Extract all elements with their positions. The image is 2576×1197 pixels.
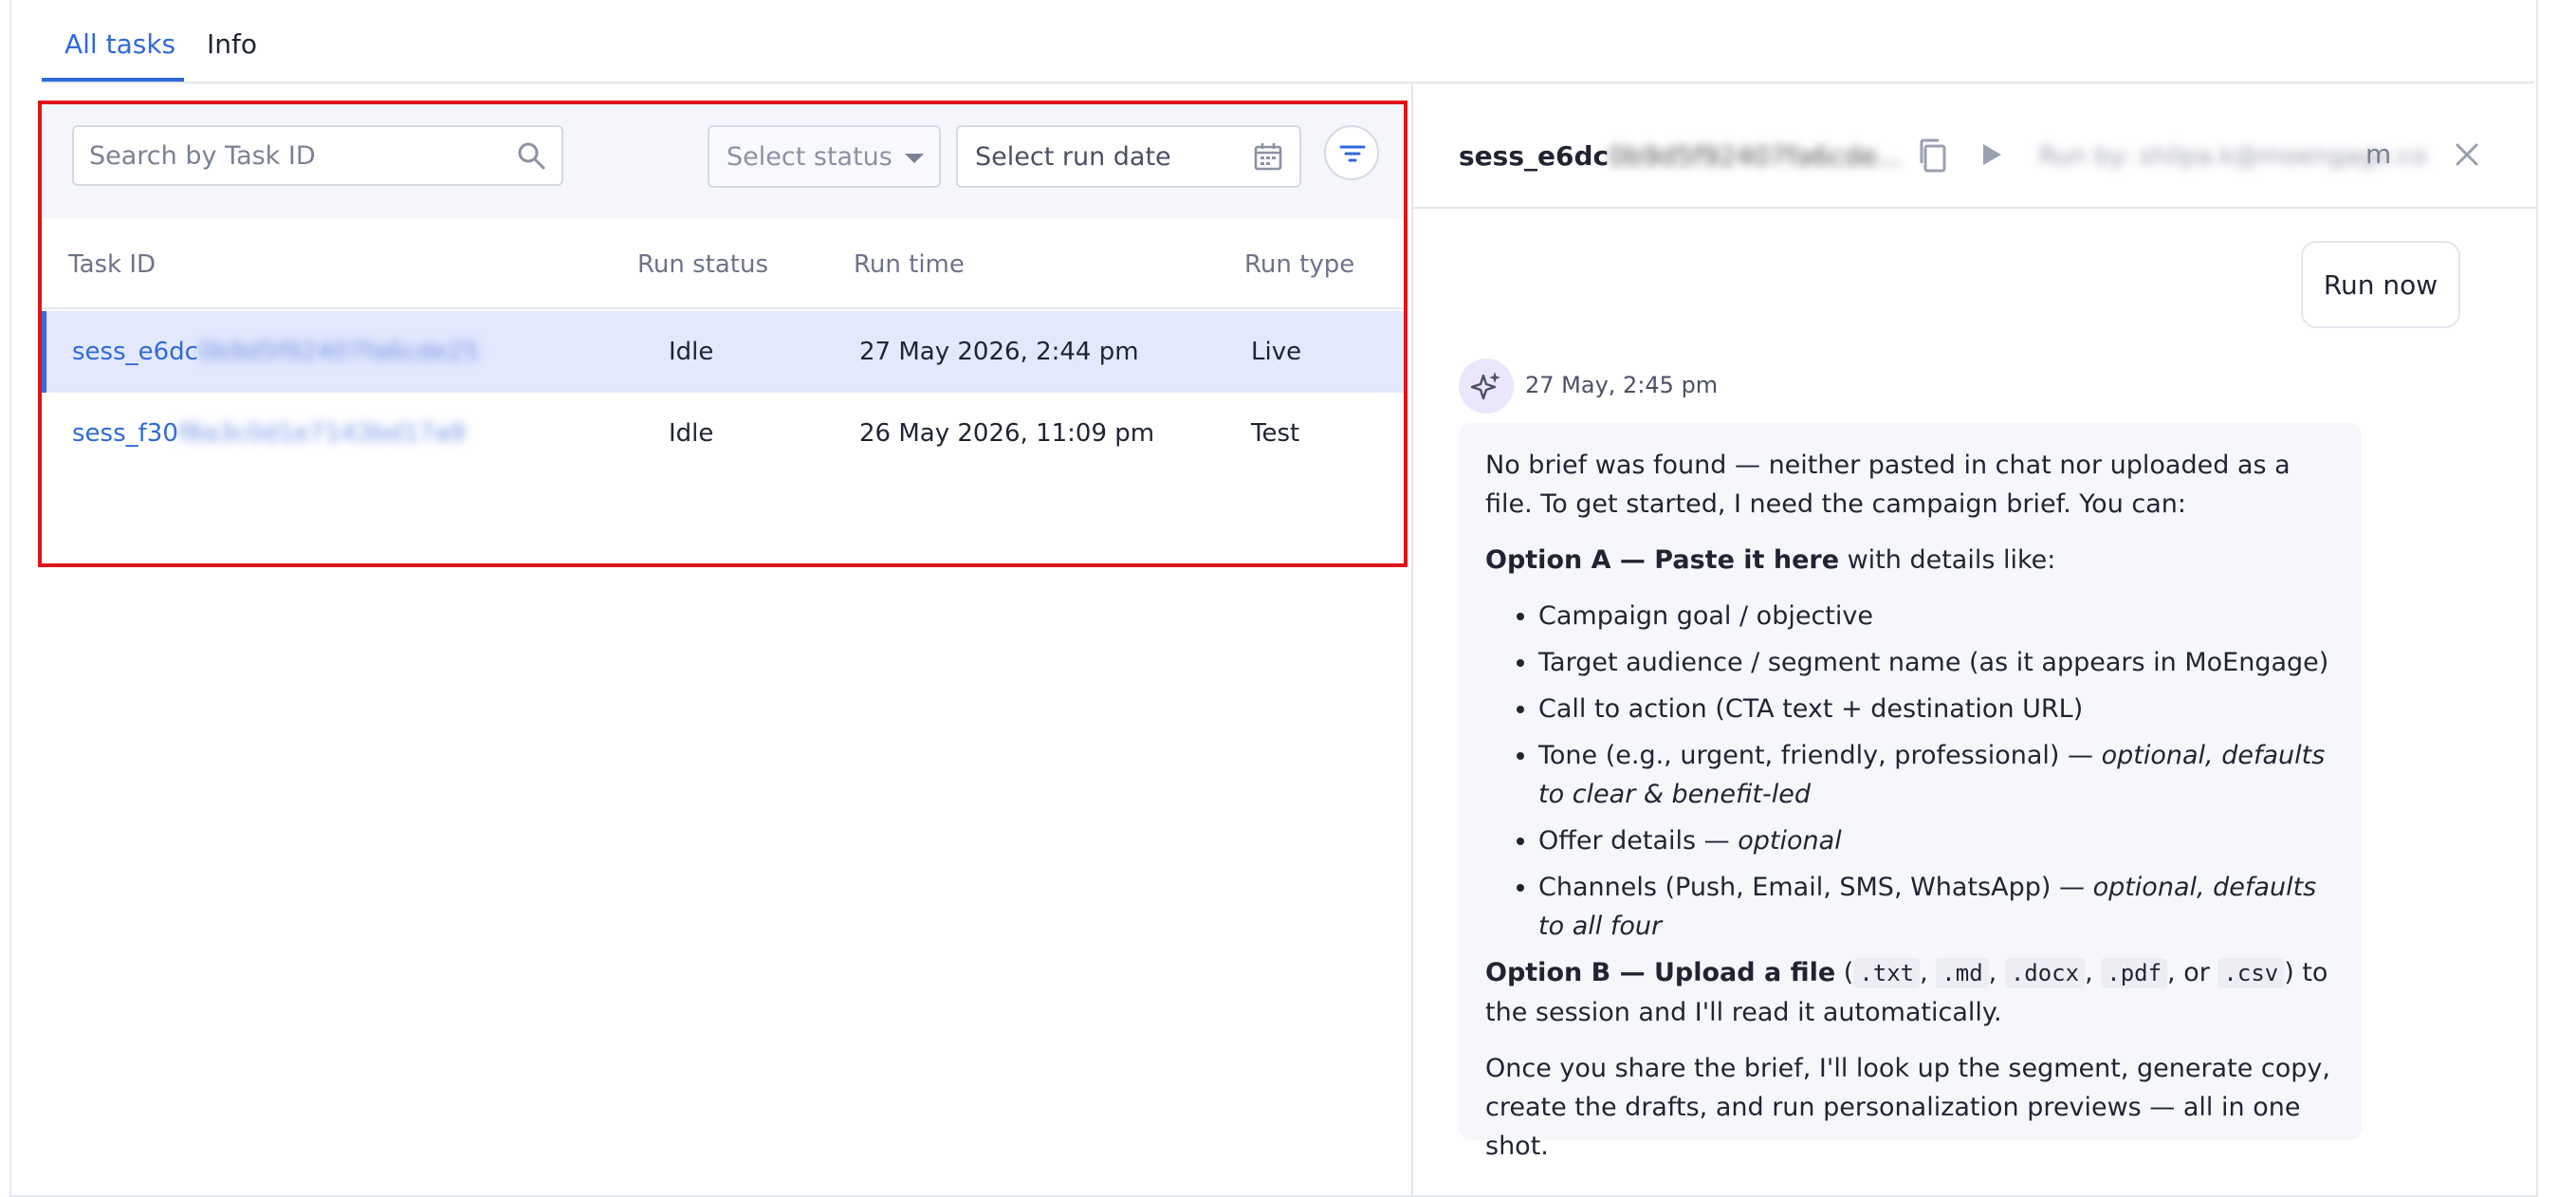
message-intro: No brief was found — neither pasted in c… <box>1485 451 2291 519</box>
column-task-id[interactable]: Task ID <box>68 250 156 279</box>
list-item: Tone (e.g., urgent, friendly, profession… <box>1538 736 2335 814</box>
play-icon[interactable] <box>1977 140 2005 169</box>
column-run-type[interactable]: Run type <box>1244 250 1354 279</box>
list-item: Offer details — optional <box>1538 821 2335 860</box>
tab-all-tasks[interactable]: All tasks <box>64 28 175 60</box>
ai-avatar <box>1459 359 1514 414</box>
column-run-time[interactable]: Run time <box>854 250 965 279</box>
message-timestamp: 27 May, 2:45 pm <box>1525 372 1719 398</box>
sparkle-icon <box>1470 372 1500 400</box>
option-a: Option A — Paste it here with details li… <box>1485 545 2056 575</box>
list-item: Campaign goal / objective <box>1538 597 2335 635</box>
session-title: sess_e6dc0b9d5f92407fa6cde... <box>1459 140 1903 172</box>
task-id-link[interactable]: sess_f30f8a3c0d1e7143bd17a9 <box>72 419 466 448</box>
detail-header: sess_e6dc0b9d5f92407fa6cde... Run by: sh… <box>1413 83 2538 209</box>
close-icon[interactable] <box>2453 140 2481 169</box>
task-list-panel: Select status Select run date Tas <box>42 104 1404 563</box>
status-select-placeholder: Select status <box>727 142 892 172</box>
list-item: Target audience / segment name (as it ap… <box>1538 643 2335 682</box>
search-box[interactable] <box>72 125 563 186</box>
tab-info[interactable]: Info <box>207 28 257 60</box>
table-row[interactable]: sess_e6dc0b9d5f92407fa6cde25 Idle 27 May… <box>42 311 1404 393</box>
run-time-cell: 26 May 2026, 11:09 pm <box>859 419 1155 448</box>
filter-icon <box>1339 145 1366 162</box>
search-icon[interactable] <box>516 140 546 171</box>
status-select[interactable]: Select status <box>708 125 941 188</box>
calendar-icon <box>1254 143 1282 171</box>
copy-icon[interactable] <box>1916 137 1950 175</box>
run-date-picker[interactable]: Select run date <box>956 125 1301 188</box>
chevron-down-icon <box>905 154 924 163</box>
option-a-list: Campaign goal / objective Target audienc… <box>1538 597 2335 946</box>
filter-toolbar: Select status Select run date <box>42 104 1404 218</box>
column-run-status[interactable]: Run status <box>637 250 768 279</box>
run-date-placeholder: Select run date <box>975 142 1171 172</box>
run-type-cell: Test <box>1251 419 1300 448</box>
run-status-cell: Idle <box>669 338 714 366</box>
option-b: Option B — Upload a file (.txt, .md, .do… <box>1485 958 2328 1027</box>
message-closing: Once you share the brief, I'll look up t… <box>1485 1054 2330 1161</box>
task-id-link[interactable]: sess_e6dc0b9d5f92407fa6cde25 <box>72 338 479 366</box>
list-item: Call to action (CTA text + destination U… <box>1538 690 2335 728</box>
run-by-text-end: m <box>2365 138 2392 170</box>
run-type-cell: Live <box>1251 338 1302 366</box>
tab-bar: All tasks Info <box>42 0 2534 83</box>
table-row[interactable]: sess_f30f8a3c0d1e7143bd17a9 Idle 26 May … <box>42 393 1404 474</box>
run-status-cell: Idle <box>669 419 714 448</box>
assistant-message: No brief was found — neither pasted in c… <box>1459 423 2362 1161</box>
table-header: Task ID Run status Run time Run type <box>42 218 1404 309</box>
run-now-button[interactable]: Run now <box>2301 241 2460 328</box>
list-item: Channels (Push, Email, SMS, WhatsApp) — … <box>1538 868 2335 946</box>
search-input[interactable] <box>89 127 488 184</box>
run-time-cell: 27 May 2026, 2:44 pm <box>859 338 1139 366</box>
active-tab-indicator <box>42 78 184 82</box>
filter-button[interactable] <box>1324 125 1379 180</box>
panel-divider <box>1411 83 1413 1197</box>
